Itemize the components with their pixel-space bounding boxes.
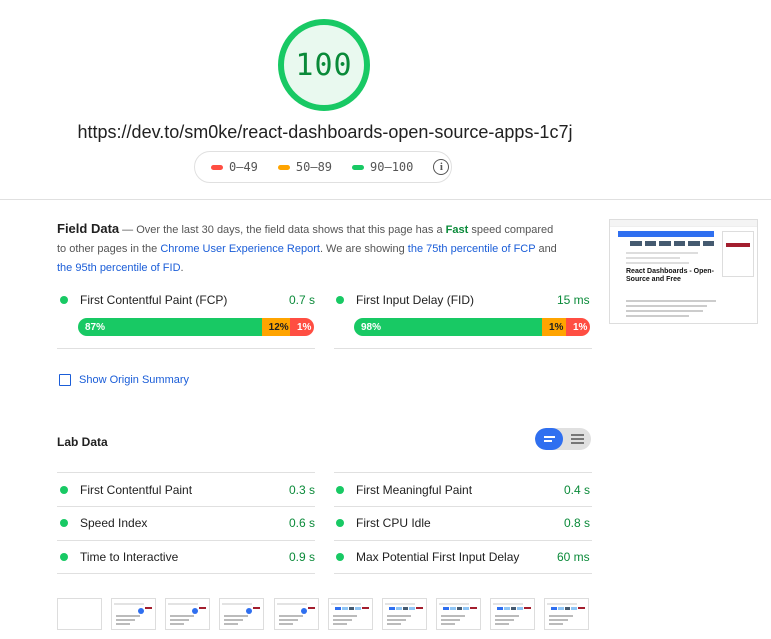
divider [334, 348, 592, 349]
lab-metric-fmp: First Meaningful Paint [336, 483, 472, 497]
field-desc-text: . We are showing [319, 243, 408, 255]
distribution-average: 1% [542, 318, 566, 336]
metric-value: 0.8 s [564, 516, 591, 530]
filmstrip-frame [57, 598, 102, 630]
filmstrip-frame [274, 598, 319, 630]
metric-name: First Contentful Paint (FCP) [80, 293, 228, 307]
performance-score: 100 [295, 47, 353, 83]
screenshot-article-title: React Dashboards - Open-Source and Free [626, 268, 714, 283]
legend-label-good: 90–100 [370, 160, 414, 174]
metric-name: First Meaningful Paint [356, 483, 473, 497]
distribution-poor: 1% [289, 318, 314, 336]
score-legend: 0–49 50–89 90–100 i [194, 151, 452, 183]
legend-swatch-poor [211, 164, 223, 170]
filmstrip-frame [165, 598, 210, 630]
fid-percentile-link[interactable]: the 95th percentile of FID [57, 262, 181, 274]
status-dot-good [60, 296, 68, 304]
compact-view-icon[interactable] [535, 428, 563, 450]
divider [57, 472, 315, 473]
section-divider [0, 199, 771, 200]
metric-value: 0.6 s [289, 516, 316, 530]
origin-summary-label[interactable]: Show Origin Summary [79, 374, 189, 386]
metric-value: 0.7 s [289, 293, 316, 307]
divider [57, 348, 315, 349]
filmstrip-frame [111, 598, 156, 630]
filmstrip-frame [382, 598, 427, 630]
fcp-percentile-link[interactable]: the 75th percentile of FCP [408, 243, 536, 255]
show-origin-summary-checkbox[interactable]: Show Origin Summary [59, 374, 189, 386]
metric-value: 0.3 s [289, 483, 316, 497]
field-desc-text: — Over the last 30 days, the field data … [119, 224, 446, 236]
metric-name: Speed Index [80, 516, 148, 530]
lab-metric-cpu-idle: First CPU Idle [336, 516, 431, 530]
legend-label-average: 50–89 [295, 160, 333, 174]
lab-metric-max-fid: Max Potential First Input Delay [336, 550, 519, 564]
legend-good: 90–100 [352, 160, 413, 174]
metric-name: Time to Interactive [80, 550, 179, 564]
fcp-distribution-bar: 87% 12% 1% [78, 318, 314, 336]
status-dot-good [60, 519, 68, 527]
metric-value: 15 ms [557, 293, 590, 307]
divider [57, 506, 315, 507]
metric-value: 60 ms [557, 550, 590, 564]
field-desc-text: . [180, 262, 184, 274]
status-dot-good [336, 519, 344, 527]
field-data-title: Field Data [57, 221, 120, 236]
field-metric-fid: First Input Delay (FID) [336, 293, 474, 307]
final-screenshot: React Dashboards - Open-Source and Free [609, 219, 758, 324]
metric-value: 0.9 s [289, 550, 316, 564]
metric-name: First Input Delay (FID) [356, 293, 475, 307]
crux-report-link[interactable]: Chrome User Experience Report [160, 243, 320, 255]
status-dot-good [60, 553, 68, 561]
legend-label-poor: 0–49 [229, 160, 258, 174]
divider [334, 573, 592, 574]
metrics-view-toggle[interactable] [535, 428, 591, 450]
expanded-view-icon[interactable] [563, 428, 591, 450]
metric-name: First Contentful Paint [80, 483, 193, 497]
legend-average: 50–89 [277, 160, 333, 174]
field-desc-text: and [535, 243, 557, 255]
metric-name: Max Potential First Input Delay [356, 550, 520, 564]
distribution-poor: 1% [566, 318, 590, 336]
filmstrip-frame [328, 598, 373, 630]
filmstrip-frame [544, 598, 589, 630]
fast-label: Fast [445, 224, 469, 236]
distribution-average: 12% [261, 318, 290, 336]
metric-value: 0.4 s [564, 483, 591, 497]
distribution-good: 87% [78, 318, 262, 336]
legend-swatch-good [352, 164, 365, 170]
lab-metric-tti: Time to Interactive [60, 550, 178, 564]
filmstrip-frame [219, 598, 264, 630]
field-data-description: Field Data — Over the last 30 days, the … [57, 219, 557, 278]
performance-score-gauge: 100 [278, 19, 370, 111]
audited-url: https://dev.to/sm0ke/react-dashboards-op… [77, 122, 573, 142]
divider [57, 540, 315, 541]
divider [334, 506, 592, 507]
status-dot-good [60, 486, 68, 494]
checkbox-icon[interactable] [59, 374, 71, 386]
divider [334, 540, 592, 541]
legend-swatch-average [277, 164, 290, 170]
legend-poor: 0–49 [211, 160, 258, 174]
filmstrip-frame [490, 598, 535, 630]
fid-distribution-bar: 98% 1% 1% [354, 318, 590, 336]
lab-metric-fcp: First Contentful Paint [60, 483, 192, 497]
metric-name: First CPU Idle [356, 516, 431, 530]
divider [334, 472, 592, 473]
status-dot-good [336, 553, 344, 561]
filmstrip-frame [436, 598, 481, 630]
lab-data-title: Lab Data [57, 435, 108, 449]
field-metric-fcp: First Contentful Paint (FCP) [60, 293, 227, 307]
divider [57, 573, 315, 574]
info-icon[interactable]: i [433, 159, 450, 175]
status-dot-good [336, 486, 344, 494]
status-dot-good [336, 296, 344, 304]
distribution-good: 98% [354, 318, 542, 336]
lab-metric-speed-index: Speed Index [60, 516, 147, 530]
